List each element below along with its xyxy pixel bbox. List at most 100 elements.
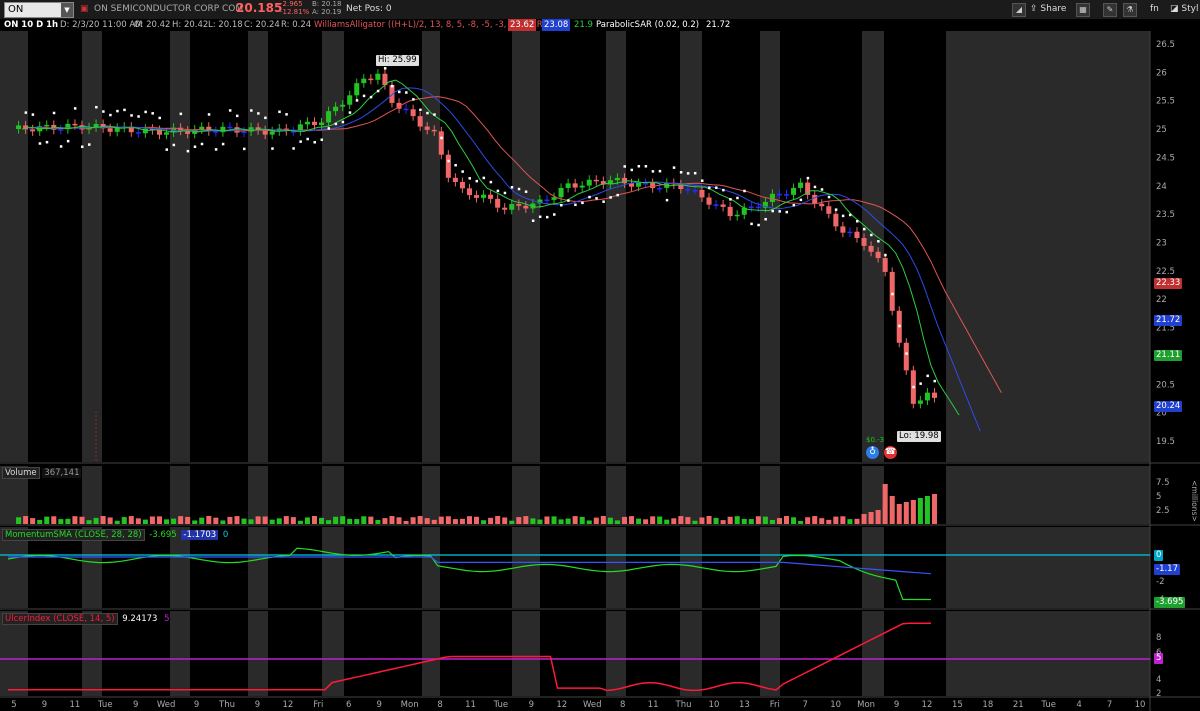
candle-body bbox=[833, 213, 839, 227]
sar-dot bbox=[38, 142, 42, 145]
sar-dot bbox=[679, 171, 683, 174]
volume-bar bbox=[734, 516, 740, 524]
sar-dot bbox=[398, 90, 401, 94]
flask-icon[interactable]: ⚗ bbox=[1123, 3, 1137, 17]
sar-dot bbox=[461, 170, 464, 173]
volume-bar bbox=[678, 516, 684, 524]
candle-body bbox=[572, 183, 578, 188]
volume-bar bbox=[354, 519, 360, 524]
x-axis-label: Mon bbox=[857, 700, 875, 710]
volume-bar bbox=[502, 517, 508, 524]
symbol-text: ON bbox=[8, 4, 24, 15]
volume-bar bbox=[530, 518, 536, 524]
symbol-input[interactable]: ON ▼ bbox=[4, 2, 74, 18]
fn-button[interactable]: fn bbox=[1150, 3, 1159, 16]
candle-body bbox=[706, 197, 712, 205]
sar-dot bbox=[588, 195, 591, 199]
volume-bar bbox=[769, 519, 775, 524]
sar-dot bbox=[489, 180, 493, 184]
volume-bar bbox=[438, 516, 444, 524]
session-band bbox=[422, 527, 440, 608]
candle-body bbox=[868, 245, 874, 252]
link-icon[interactable]: ▣ bbox=[80, 3, 89, 16]
sar-dot bbox=[59, 145, 63, 148]
volume-bar bbox=[347, 518, 353, 524]
sar-dot bbox=[531, 219, 535, 222]
sar-dot bbox=[538, 215, 542, 219]
candle-body bbox=[354, 83, 360, 96]
candle-body bbox=[727, 206, 733, 217]
candle-body bbox=[452, 177, 458, 182]
sar-dot bbox=[165, 148, 169, 151]
candle-body bbox=[657, 187, 663, 190]
volume-bar bbox=[706, 516, 712, 524]
sar-dot bbox=[602, 200, 605, 203]
sar-dot bbox=[151, 112, 154, 115]
share-button[interactable]: ⇪ Share bbox=[1030, 3, 1066, 16]
candle-body bbox=[734, 214, 740, 217]
style-icon: ◪ bbox=[1170, 4, 1182, 14]
volume-bar bbox=[572, 516, 578, 524]
volume-bar bbox=[671, 518, 677, 524]
sar-dot bbox=[271, 147, 274, 150]
close-label: C: 20.24 bbox=[244, 20, 280, 30]
sar-dot bbox=[637, 164, 641, 168]
sar-dot bbox=[130, 114, 133, 117]
sar-dot bbox=[45, 140, 49, 144]
volume-label[interactable]: Volume bbox=[2, 467, 40, 479]
phone-icon[interactable]: ☎ bbox=[884, 446, 897, 459]
candle-body bbox=[459, 181, 465, 189]
grid-icon[interactable]: ▦ bbox=[1076, 3, 1090, 17]
momentum-label[interactable]: MomentumSMA (CLOSE, 28, 28) bbox=[2, 529, 145, 541]
volume-bar bbox=[685, 517, 691, 524]
x-axis-label: Fri bbox=[313, 700, 323, 710]
sar-dot bbox=[383, 67, 387, 70]
alligator-jaw-value: 23.62 bbox=[508, 19, 537, 31]
volume-bar bbox=[213, 517, 219, 524]
sar-dot bbox=[390, 84, 394, 88]
sar-dot bbox=[80, 145, 84, 149]
lightbulb-icon[interactable]: ♁ bbox=[866, 446, 879, 459]
volume-bar bbox=[361, 516, 367, 524]
sar-dot bbox=[729, 198, 732, 201]
chevron-down-icon[interactable]: ▼ bbox=[61, 3, 73, 17]
candle-body bbox=[692, 189, 698, 192]
session-band bbox=[0, 31, 28, 462]
style-button[interactable]: ◪ Styl bbox=[1170, 3, 1198, 16]
session-band bbox=[248, 466, 268, 524]
volume-bar bbox=[311, 516, 317, 524]
price-tick-label: 22.5 bbox=[1156, 267, 1175, 277]
volume-bar bbox=[171, 518, 177, 524]
x-axis-label: 9 bbox=[133, 700, 138, 710]
pencil-icon[interactable]: ✎ bbox=[1103, 3, 1117, 17]
sar-dot bbox=[743, 189, 746, 193]
momentum-sma-value: -1.1703 bbox=[181, 530, 219, 540]
x-axis-label: 21 bbox=[1013, 700, 1024, 710]
bell-icon[interactable]: ◢ bbox=[1012, 3, 1026, 17]
candle-body bbox=[199, 126, 205, 130]
ulcer-value: 9.24173 bbox=[122, 614, 158, 624]
ulcer-panel-header: UlcerIndex (CLOSE, 14, 5) 9.24173 5 bbox=[2, 613, 172, 625]
ulcer-label[interactable]: UlcerIndex (CLOSE, 14, 5) bbox=[2, 613, 118, 625]
volume-bar bbox=[389, 516, 395, 524]
x-axis-label: 15 bbox=[952, 700, 963, 710]
candle-body bbox=[791, 187, 797, 195]
volume-unit-label: <millions> bbox=[1190, 480, 1199, 521]
chart-canvas[interactable]: 26.52625.52524.52423.52322.52221.52120.5… bbox=[0, 31, 1200, 711]
volume-bar bbox=[868, 512, 874, 524]
psar-label[interactable]: ParabolicSAR (0.02, 0.2) bbox=[596, 19, 699, 31]
high-callout: Hi: 25.99 bbox=[376, 55, 419, 66]
sar-dot bbox=[285, 113, 288, 116]
volume-tick-label: 5 bbox=[1156, 492, 1161, 502]
timeframe-label[interactable]: ON 10 D 1h bbox=[2, 19, 60, 31]
session-band bbox=[946, 466, 1150, 524]
sar-dot bbox=[700, 179, 704, 182]
sar-dot bbox=[419, 108, 422, 112]
session-band bbox=[512, 466, 540, 524]
price-tick-label: 24.5 bbox=[1156, 153, 1175, 163]
volume-bar bbox=[516, 517, 522, 524]
volume-bar bbox=[544, 516, 550, 524]
candle-body bbox=[840, 226, 846, 233]
bid-price: B: 20.18 bbox=[312, 0, 342, 8]
date-label: D: 2/3/20 11:00 AM bbox=[60, 20, 143, 30]
